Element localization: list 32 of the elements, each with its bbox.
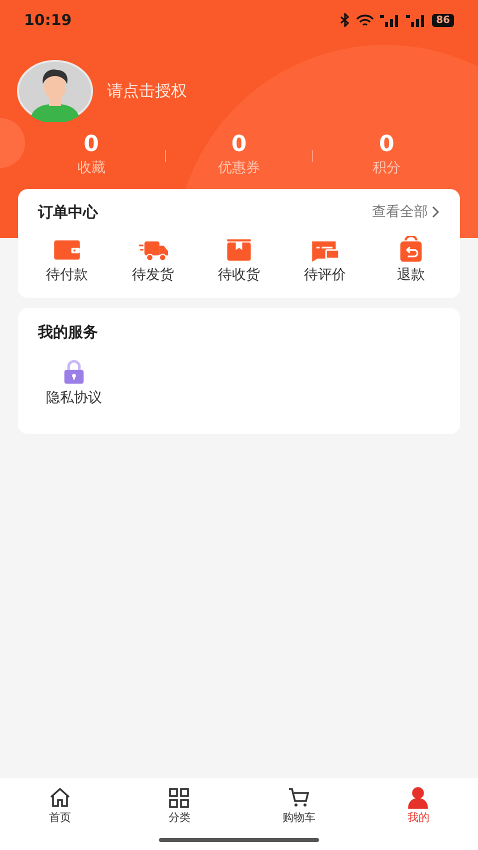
- order-status-button[interactable]: 待收货: [210, 236, 268, 286]
- tab-bar-item[interactable]: 购物车: [239, 786, 358, 830]
- section-title: 订单中心: [38, 202, 98, 223]
- user-icon: [406, 786, 430, 810]
- chevron-right-icon: [432, 206, 440, 218]
- bluetooth-icon: [340, 13, 350, 27]
- view-all-link[interactable]: 查看全部: [372, 202, 440, 223]
- battery-indicator: 86: [432, 14, 454, 26]
- wallet-icon: [54, 240, 80, 260]
- section-title: 我的服务: [38, 322, 98, 340]
- signal-icon: [406, 14, 426, 26]
- service-button[interactable]: 隐私协议: [38, 358, 110, 408]
- order-status-button[interactable]: 退款: [382, 236, 440, 286]
- home-icon: [48, 786, 72, 810]
- tab-bar-item[interactable]: 首页: [0, 786, 120, 830]
- signal-icon: [380, 14, 400, 26]
- order-status-button[interactable]: 待发货: [124, 236, 182, 286]
- status-time: 10:19: [24, 10, 72, 31]
- comment-icon: [312, 240, 340, 262]
- stat-value: 0: [379, 132, 394, 158]
- tab-bar-item[interactable]: 分类: [120, 786, 239, 830]
- refund-icon: [400, 236, 422, 262]
- truck-icon: [139, 240, 168, 261]
- tab-bar-item[interactable]: 我的: [358, 786, 478, 830]
- grid-icon: [167, 786, 192, 810]
- package-icon: [227, 238, 251, 260]
- wifi-icon: [356, 14, 374, 26]
- stat-value: 0: [84, 132, 99, 158]
- order-status-button[interactable]: 待评价: [296, 236, 354, 286]
- lock-icon: [64, 359, 84, 384]
- stat-value: 0: [231, 132, 247, 158]
- order-status-button[interactable]: 待付款: [38, 236, 96, 286]
